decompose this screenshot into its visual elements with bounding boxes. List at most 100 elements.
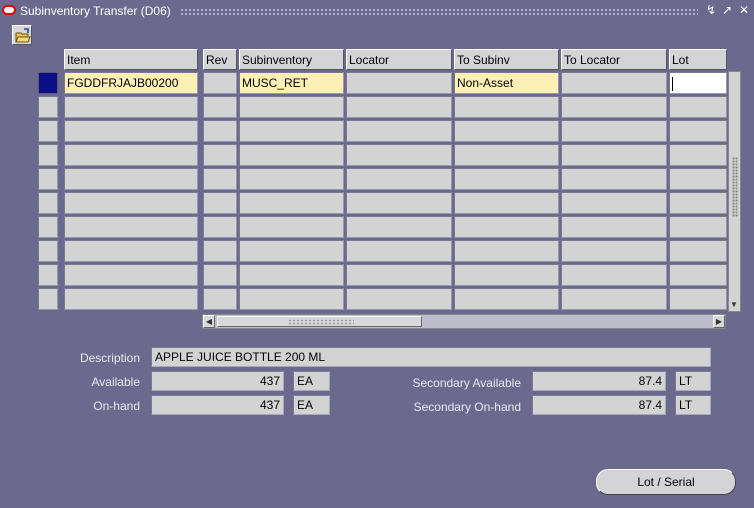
scroll-right-icon[interactable]: ▶ xyxy=(713,315,725,328)
cell-lot[interactable] xyxy=(669,168,727,190)
secondary-available-uom-field[interactable]: LT xyxy=(675,371,711,391)
row-indicator[interactable] xyxy=(38,168,58,190)
vertical-scrollbar[interactable]: ▼ xyxy=(728,71,741,312)
cell-subinventory[interactable] xyxy=(239,192,344,214)
cell-to-locator[interactable] xyxy=(561,240,667,262)
cell-item[interactable] xyxy=(64,240,198,262)
cell-subinventory[interactable] xyxy=(239,96,344,118)
cell-item[interactable] xyxy=(64,168,198,190)
available-field[interactable]: 437 xyxy=(151,371,284,391)
title-bar-grip[interactable] xyxy=(180,8,698,15)
cell-item[interactable] xyxy=(64,264,198,286)
cell-to-locator[interactable] xyxy=(561,144,667,166)
cell-rev[interactable] xyxy=(203,72,237,94)
row-indicator[interactable] xyxy=(38,144,58,166)
open-folder-button[interactable] xyxy=(12,25,32,45)
secondary-onhand-uom-field[interactable]: LT xyxy=(675,395,711,415)
cell-lot[interactable] xyxy=(669,216,727,238)
cell-locator[interactable] xyxy=(346,120,452,142)
cell-to-subinv[interactable] xyxy=(454,96,559,118)
row-indicator[interactable] xyxy=(38,288,58,310)
cell-to-locator[interactable] xyxy=(561,216,667,238)
row-indicator[interactable] xyxy=(38,216,58,238)
row-indicator[interactable] xyxy=(38,120,58,142)
cell-lot[interactable] xyxy=(669,120,727,142)
cell-to-locator[interactable] xyxy=(561,264,667,286)
minimize-icon[interactable]: ↯ xyxy=(704,3,718,17)
cell-to-subinv[interactable] xyxy=(454,144,559,166)
cell-locator[interactable] xyxy=(346,216,452,238)
cell-rev[interactable] xyxy=(203,240,237,262)
cell-to-subinv[interactable] xyxy=(454,192,559,214)
cell-lot[interactable] xyxy=(669,144,727,166)
cell-to-subinv[interactable] xyxy=(454,216,559,238)
cell-to-subinv[interactable] xyxy=(454,168,559,190)
cell-lot[interactable] xyxy=(669,192,727,214)
cell-subinventory[interactable] xyxy=(239,168,344,190)
cell-to-subinv[interactable] xyxy=(454,120,559,142)
cell-subinventory[interactable]: MUSC_RET xyxy=(239,72,344,94)
cell-locator[interactable] xyxy=(346,288,452,310)
available-uom-field[interactable]: EA xyxy=(293,371,330,391)
scroll-left-icon[interactable]: ◀ xyxy=(203,315,215,328)
row-indicator[interactable] xyxy=(38,72,58,94)
cell-lot[interactable] xyxy=(669,240,727,262)
cell-to-locator[interactable] xyxy=(561,72,667,94)
cell-rev[interactable] xyxy=(203,168,237,190)
cell-to-locator[interactable] xyxy=(561,192,667,214)
cell-to-locator[interactable] xyxy=(561,288,667,310)
cell-locator[interactable] xyxy=(346,240,452,262)
row-indicator[interactable] xyxy=(38,240,58,262)
row-indicator[interactable] xyxy=(38,96,58,118)
scroll-down-icon[interactable]: ▼ xyxy=(730,300,738,309)
cell-lot[interactable] xyxy=(669,264,727,286)
cell-to-subinv[interactable] xyxy=(454,288,559,310)
row-indicator[interactable] xyxy=(38,192,58,214)
cell-rev[interactable] xyxy=(203,264,237,286)
cell-subinventory[interactable] xyxy=(239,216,344,238)
cell-lot[interactable] xyxy=(669,96,727,118)
cell-rev[interactable] xyxy=(203,192,237,214)
cell-rev[interactable] xyxy=(203,120,237,142)
cell-rev[interactable] xyxy=(203,96,237,118)
cell-locator[interactable] xyxy=(346,144,452,166)
lot-serial-button[interactable]: Lot / Serial xyxy=(596,469,736,495)
maximize-icon[interactable]: ↗ xyxy=(720,3,734,17)
cell-lot[interactable] xyxy=(669,72,727,94)
horizontal-scroll-thumb[interactable] xyxy=(217,316,422,327)
cell-to-locator[interactable] xyxy=(561,96,667,118)
cell-item[interactable] xyxy=(64,216,198,238)
onhand-uom-field[interactable]: EA xyxy=(293,395,330,415)
cell-to-locator[interactable] xyxy=(561,120,667,142)
cell-locator[interactable] xyxy=(346,72,452,94)
horizontal-scrollbar[interactable]: ◀ ▶ xyxy=(202,314,726,329)
secondary-onhand-field[interactable]: 87.4 xyxy=(532,395,666,415)
close-icon[interactable]: ✕ xyxy=(737,3,751,17)
cell-lot[interactable] xyxy=(669,288,727,310)
cell-to-subinv[interactable]: Non-Asset xyxy=(454,72,559,94)
cell-locator[interactable] xyxy=(346,168,452,190)
cell-to-subinv[interactable] xyxy=(454,240,559,262)
cell-subinventory[interactable] xyxy=(239,240,344,262)
cell-rev[interactable] xyxy=(203,216,237,238)
cell-rev[interactable] xyxy=(203,144,237,166)
cell-item[interactable] xyxy=(64,120,198,142)
cell-subinventory[interactable] xyxy=(239,288,344,310)
cell-to-locator[interactable] xyxy=(561,168,667,190)
row-indicator[interactable] xyxy=(38,264,58,286)
cell-subinventory[interactable] xyxy=(239,120,344,142)
cell-to-subinv[interactable] xyxy=(454,264,559,286)
cell-locator[interactable] xyxy=(346,264,452,286)
cell-item[interactable]: FGDDFRJAJB00200 xyxy=(64,72,198,94)
cell-locator[interactable] xyxy=(346,192,452,214)
cell-rev[interactable] xyxy=(203,288,237,310)
description-field[interactable]: APPLE JUICE BOTTLE 200 ML xyxy=(151,347,711,367)
cell-item[interactable] xyxy=(64,192,198,214)
cell-item[interactable] xyxy=(64,144,198,166)
onhand-field[interactable]: 437 xyxy=(151,395,284,415)
cell-subinventory[interactable] xyxy=(239,264,344,286)
cell-item[interactable] xyxy=(64,96,198,118)
cell-subinventory[interactable] xyxy=(239,144,344,166)
cell-item[interactable] xyxy=(64,288,198,310)
cell-locator[interactable] xyxy=(346,96,452,118)
